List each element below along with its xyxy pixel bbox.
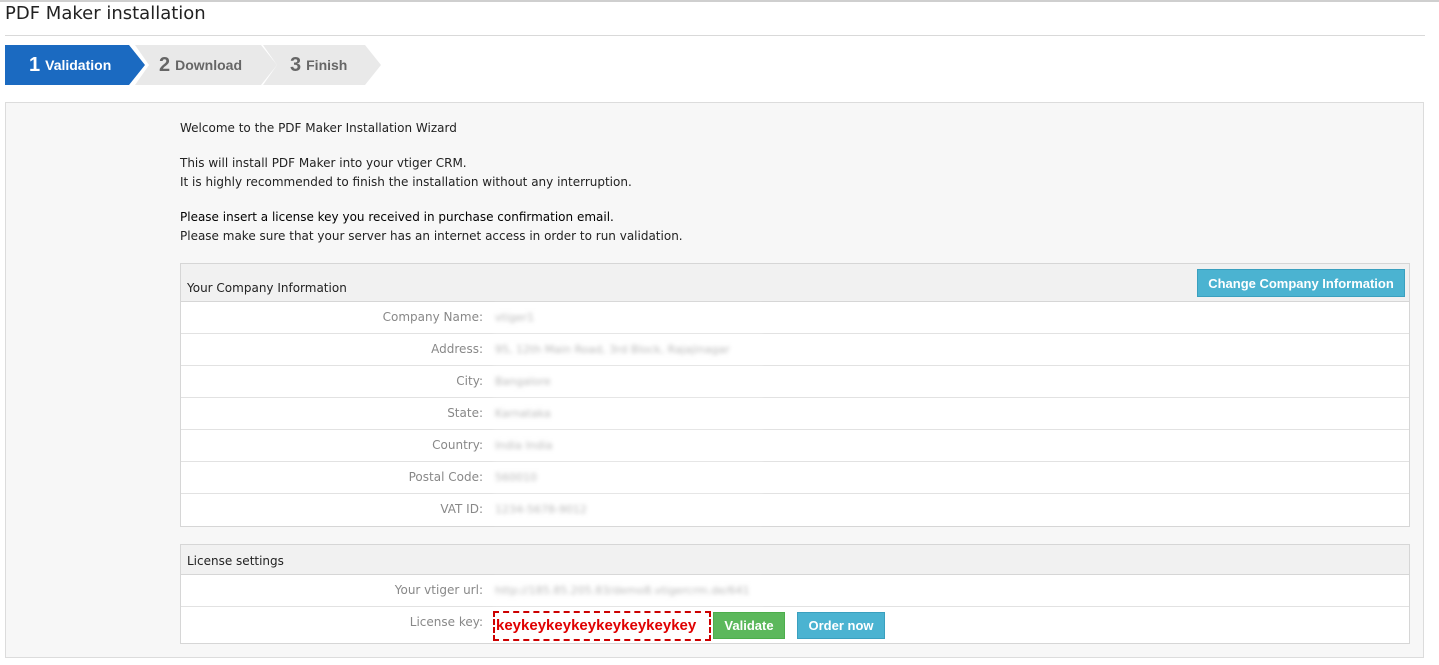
company-info-title: Your Company Information [187, 281, 347, 295]
field-label: Country: [432, 438, 483, 452]
intro-line: It is highly recommended to finish the i… [180, 175, 632, 189]
welcome-heading: Welcome to the PDF Maker Installation Wi… [180, 121, 457, 135]
step-download[interactable]: 2 Download [135, 45, 277, 85]
license-settings-title: License settings [187, 554, 284, 568]
validate-button[interactable]: Validate [713, 612, 785, 639]
field-label: VAT ID: [440, 502, 483, 516]
company-field-row: Company Name: vtiger1 [181, 302, 1409, 334]
field-value: vtiger1 [493, 305, 763, 331]
step-label: Validation [45, 57, 112, 73]
company-field-row: State: Karnataka [181, 398, 1409, 430]
vtiger-url-row: Your vtiger url: http://185.85.205.83/de… [181, 575, 1409, 607]
license-key-label: License key: [409, 615, 483, 629]
intro-text: Welcome to the PDF Maker Installation Wi… [180, 119, 683, 246]
license-settings-header: License settings [181, 545, 1409, 575]
top-rule [0, 0, 1439, 2]
field-value: India India [493, 433, 763, 459]
field-value: 560010 [493, 465, 763, 491]
company-field-row: City: Bangalore [181, 366, 1409, 398]
company-field-row: Country: India India [181, 430, 1409, 462]
company-field-row: Address: 95, 12th Main Road, 3rd Block, … [181, 334, 1409, 366]
company-info-header: Your Company Information Change Company … [181, 264, 1409, 302]
field-label: City: [456, 374, 483, 388]
step-label: Finish [306, 57, 348, 73]
step-number: 2 [159, 53, 171, 76]
intro-line: Please make sure that your server has an… [180, 229, 683, 243]
vtiger-url-label: Your vtiger url: [394, 583, 483, 597]
field-label: Company Name: [382, 310, 483, 324]
order-now-button[interactable]: Order now [797, 612, 885, 639]
title-divider [5, 35, 1425, 36]
company-field-row: Postal Code: 560010 [181, 462, 1409, 494]
field-value: 95, 12th Main Road, 3rd Block, Rajajinag… [493, 337, 763, 363]
vtiger-url-value: http://185.85.205.83/demo8.vtigercrm.de/… [493, 578, 763, 604]
step-finish[interactable]: 3 Finish [263, 45, 381, 85]
license-settings-box: License settings Your vtiger url: http:/… [180, 544, 1410, 644]
page-title: PDF Maker installation [5, 3, 206, 24]
field-value: Bangalore [493, 369, 763, 395]
field-label: Address: [431, 342, 483, 356]
step-number: 1 [29, 53, 41, 76]
field-label: Postal Code: [408, 470, 483, 484]
change-company-info-button[interactable]: Change Company Information [1197, 269, 1405, 297]
license-key-input[interactable]: keykeykeykeykeykeykeykey [493, 611, 711, 641]
company-field-row: VAT ID: 1234-5678-9012 [181, 494, 1409, 526]
field-value: Karnataka [493, 401, 763, 427]
field-value: 1234-5678-9012 [493, 497, 763, 523]
wizard-panel: Welcome to the PDF Maker Installation Wi… [5, 102, 1424, 658]
step-validation[interactable]: 1 Validation [5, 45, 145, 85]
step-label: Download [175, 57, 243, 73]
company-info-box: Your Company Information Change Company … [180, 263, 1410, 527]
intro-line: This will install PDF Maker into your vt… [180, 156, 467, 170]
intro-line: Please insert a license key you received… [180, 210, 614, 224]
field-label: State: [447, 406, 483, 420]
step-number: 3 [290, 53, 302, 76]
license-key-row: License key: keykeykeykeykeykeykeykey Va… [181, 607, 1409, 643]
